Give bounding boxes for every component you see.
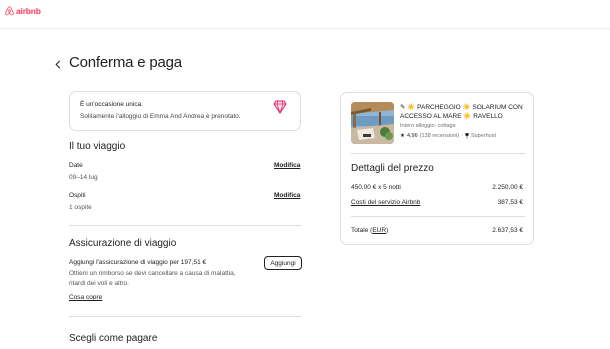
card-divider bbox=[351, 216, 525, 217]
trip-heading: Il tuo viaggio bbox=[69, 141, 126, 152]
guests-value: 1 ospite bbox=[69, 204, 92, 211]
diamond-icon bbox=[273, 100, 287, 114]
card-divider bbox=[351, 153, 525, 154]
guests-label: Ospiti bbox=[69, 192, 86, 199]
back-button[interactable] bbox=[52, 57, 64, 71]
top-navbar: airbnb bbox=[0, 0, 610, 29]
insurance-heading: Assicurazione di viaggio bbox=[69, 238, 177, 249]
total-label-prefix: Totale ( bbox=[351, 227, 373, 234]
listing-title: ✎ ☀️ PARCHEGGIO ☀️ SOLARIUM CON ACCESSO … bbox=[400, 104, 523, 120]
page-title: Conferma e paga bbox=[69, 54, 182, 71]
edit-guests-link[interactable]: Modifica bbox=[274, 192, 300, 199]
section-divider bbox=[69, 225, 301, 226]
listing-rating: ★ 4,96 (138 recensioni) · Superhost bbox=[400, 133, 496, 139]
superhost-medal-icon bbox=[465, 133, 469, 139]
service-fee-value: 387,53 € bbox=[497, 199, 523, 206]
total-value: 2.637,53 € bbox=[492, 227, 523, 234]
dates-label: Date bbox=[69, 162, 83, 169]
review-count: (138 recensioni) bbox=[419, 133, 460, 139]
listing-type: Intero alloggio: cottage bbox=[400, 123, 456, 129]
booking-summary-card: ✎ ☀️ PARCHEGGIO ☀️ SOLARIUM CON ACCESSO … bbox=[340, 92, 534, 245]
insurance-coverage-link[interactable]: Cosa copre bbox=[69, 294, 102, 301]
rare-find-subtitle: Solitamente l'alloggio di Emma And Andre… bbox=[80, 113, 241, 120]
nightly-price-label: 450,00 € x 5 notti bbox=[351, 184, 401, 191]
superhost-badge: Superhost bbox=[470, 133, 497, 139]
dates-value: 09–14 lug bbox=[69, 174, 98, 181]
section-divider bbox=[69, 316, 301, 317]
service-fee-link[interactable]: Costi del servizio Airbnb bbox=[351, 199, 420, 206]
chevron-left-icon bbox=[55, 60, 61, 68]
total-label: Totale (EUR) bbox=[351, 227, 388, 234]
listing-photo-image bbox=[351, 102, 394, 144]
insurance-line: Aggiungi l'assicurazione di viaggio per … bbox=[69, 259, 207, 266]
listing-photo[interactable] bbox=[351, 102, 394, 144]
logo-wordmark: airbnb bbox=[16, 6, 41, 16]
payment-heading: Scegli come pagare bbox=[69, 333, 158, 344]
rare-find-notice: È un'occasione unica. Solitamente l'allo… bbox=[69, 91, 301, 131]
rare-find-title: È un'occasione unica. bbox=[80, 101, 144, 108]
rating-value: 4,96 bbox=[406, 133, 418, 139]
airbnb-logo[interactable]: airbnb bbox=[5, 6, 41, 16]
airbnb-logo-icon bbox=[5, 6, 14, 16]
currency-link[interactable]: EUR bbox=[372, 227, 386, 234]
price-details-heading: Dettagli del prezzo bbox=[351, 163, 434, 174]
total-label-suffix: ) bbox=[386, 227, 389, 234]
rating-separator: · bbox=[461, 133, 463, 139]
add-insurance-button[interactable]: Aggiungi bbox=[264, 256, 302, 270]
insurance-description: Ottieni un rimborso se devi cancellare a… bbox=[69, 270, 236, 287]
edit-dates-link[interactable]: Modifica bbox=[274, 162, 300, 169]
star-icon: ★ bbox=[400, 133, 405, 139]
nightly-price-value: 2.250,00 € bbox=[492, 184, 523, 191]
